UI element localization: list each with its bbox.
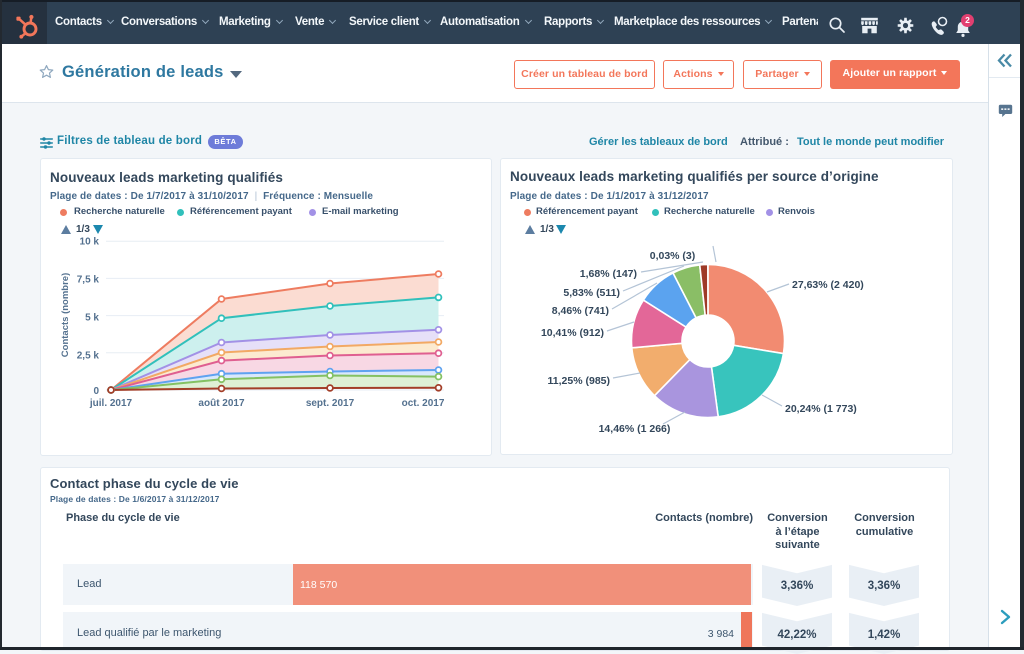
svg-text:20,24% (1 773): 20,24% (1 773) bbox=[785, 403, 857, 415]
svg-text:août 2017: août 2017 bbox=[198, 398, 245, 409]
svg-text:11,25% (985): 11,25% (985) bbox=[548, 375, 610, 387]
svg-text:14,46% (1 266): 14,46% (1 266) bbox=[599, 423, 671, 435]
svg-text:0,03% (3): 0,03% (3) bbox=[650, 250, 696, 262]
svg-text:7,5 k: 7,5 k bbox=[77, 275, 100, 286]
svg-text:0: 0 bbox=[93, 386, 99, 397]
svg-text:sept. 2017: sept. 2017 bbox=[306, 398, 355, 409]
svg-text:oct. 2017: oct. 2017 bbox=[402, 398, 445, 409]
svg-text:10 k: 10 k bbox=[80, 237, 100, 248]
svg-text:10,41% (912): 10,41% (912) bbox=[541, 327, 604, 339]
svg-text:Contacts (nombre): Contacts (nombre) bbox=[60, 273, 71, 357]
svg-text:5,83% (511): 5,83% (511) bbox=[563, 287, 620, 299]
svg-text:juil. 2017: juil. 2017 bbox=[89, 398, 133, 409]
svg-text:5 k: 5 k bbox=[85, 313, 99, 324]
svg-text:8,46% (741): 8,46% (741) bbox=[552, 305, 609, 317]
svg-text:2,5 k: 2,5 k bbox=[77, 351, 100, 362]
svg-text:1,68% (147): 1,68% (147) bbox=[580, 268, 637, 280]
svg-text:27,63% (2 420): 27,63% (2 420) bbox=[792, 279, 864, 291]
